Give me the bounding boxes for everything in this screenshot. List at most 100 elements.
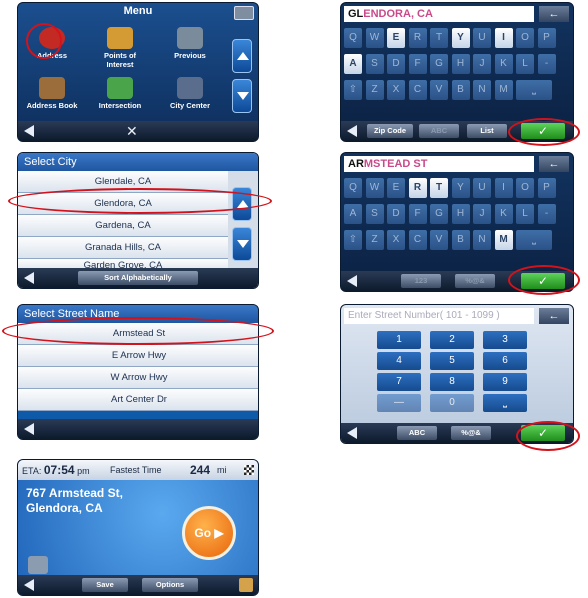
go-button[interactable]: Go ▶ xyxy=(182,506,236,560)
keyboard-key[interactable]: W xyxy=(365,28,384,48)
keyboard-key[interactable]: J xyxy=(473,204,491,224)
back-arrow-icon[interactable] xyxy=(347,275,357,287)
keyboard-key[interactable]: H xyxy=(451,54,470,74)
street-input-field[interactable]: ARMSTEAD ST xyxy=(344,156,534,172)
list-item[interactable]: E Arrow Hwy xyxy=(18,345,258,367)
map-thumbnail-icon[interactable] xyxy=(234,6,254,20)
keyboard-key[interactable]: Z xyxy=(365,230,384,250)
menu-item-previous[interactable]: Previous xyxy=(160,27,220,60)
list-button[interactable]: List xyxy=(467,124,507,138)
numpad-key[interactable]: — xyxy=(377,394,421,412)
sort-alphabetically-button[interactable]: Sort Alphabetically xyxy=(78,271,198,285)
keyboard-key[interactable]: F xyxy=(408,204,427,224)
list-item[interactable]: Granada Hills, CA xyxy=(18,237,228,259)
keyboard-key[interactable]: X xyxy=(387,230,405,250)
scroll-up-button[interactable] xyxy=(232,39,252,73)
back-arrow-icon[interactable] xyxy=(347,427,357,439)
list-item[interactable]: W Arrow Hwy xyxy=(18,367,258,389)
numpad-key[interactable]: 5 xyxy=(430,352,474,370)
keyboard-key[interactable]: Y xyxy=(451,28,470,48)
street-number-input[interactable]: Enter Street Number( 101 - 1099 ) xyxy=(344,308,534,324)
save-button[interactable]: Save xyxy=(82,578,128,592)
keyboard-key[interactable]: N xyxy=(473,80,491,100)
tools-settings-icon[interactable]: ✕ xyxy=(126,122,138,140)
keyboard-key[interactable]: N xyxy=(473,230,491,250)
menu-item-city-center[interactable]: City Center xyxy=(160,77,220,110)
menu-item-address[interactable]: Address xyxy=(22,27,82,60)
keyboard-key[interactable]: J xyxy=(473,54,491,74)
keyboard-key[interactable]: G xyxy=(430,204,448,224)
menu-item-intersection[interactable]: Intersection xyxy=(90,77,150,110)
keyboard-key[interactable]: M xyxy=(494,80,513,100)
keyboard-key[interactable]: C xyxy=(408,230,427,250)
menu-item-address-book[interactable]: Address Book xyxy=(22,77,82,110)
keyboard-key[interactable]: U xyxy=(473,28,491,48)
keyboard-key[interactable]: C xyxy=(408,80,427,100)
list-item[interactable]: Gardena, CA xyxy=(18,215,228,237)
keyboard-key[interactable]: P xyxy=(537,28,556,48)
numpad-key[interactable]: 9 xyxy=(483,373,527,391)
scroll-down-button[interactable] xyxy=(232,79,252,113)
keyboard-key[interactable]: S xyxy=(365,204,384,224)
keyboard-key[interactable]: D xyxy=(387,204,405,224)
back-arrow-icon[interactable] xyxy=(24,579,34,591)
keyboard-key[interactable]: X xyxy=(387,80,405,100)
confirm-check-button[interactable]: ✓ xyxy=(521,273,565,289)
keyboard-key[interactable]: O xyxy=(516,178,534,198)
keyboard-key[interactable]: T xyxy=(430,178,448,198)
backspace-button[interactable]: ← xyxy=(539,156,569,172)
keyboard-key[interactable]: ⎵ xyxy=(516,230,552,250)
numpad-key[interactable]: 3 xyxy=(483,331,527,349)
list-item[interactable]: Armstead St xyxy=(18,323,258,345)
keyboard-key[interactable]: E xyxy=(387,178,405,198)
add-to-address-book-icon[interactable] xyxy=(28,556,48,574)
keyboard-key[interactable]: ⎵ xyxy=(516,80,552,100)
numpad-key[interactable]: 8 xyxy=(430,373,474,391)
zip-code-button[interactable]: Zip Code xyxy=(367,124,413,138)
keyboard-key[interactable]: L xyxy=(516,54,534,74)
keyboard-key[interactable]: R xyxy=(408,28,427,48)
keyboard-key[interactable]: L xyxy=(516,204,534,224)
map-preview-icon[interactable] xyxy=(239,578,253,592)
numpad-key[interactable]: ⎵ xyxy=(483,394,527,412)
keyboard-key[interactable]: B xyxy=(451,80,470,100)
abc-button[interactable]: ABC xyxy=(419,124,459,138)
keyboard-key[interactable]: G xyxy=(430,54,448,74)
symbols-button[interactable]: %@& xyxy=(455,274,495,288)
keyboard-key[interactable]: V xyxy=(430,230,448,250)
numpad-key[interactable]: 6 xyxy=(483,352,527,370)
keyboard-key[interactable]: V xyxy=(430,80,448,100)
list-item[interactable]: Art Center Dr xyxy=(18,389,258,411)
keyboard-key[interactable]: Z xyxy=(365,80,384,100)
keyboard-key[interactable]: A xyxy=(344,54,362,74)
list-item[interactable]: Glendora, CA xyxy=(18,193,228,215)
keyboard-key[interactable]: U xyxy=(473,178,491,198)
keyboard-key[interactable]: B xyxy=(451,230,470,250)
keyboard-key[interactable]: I xyxy=(494,178,513,198)
keyboard-key[interactable]: ⇧ xyxy=(344,230,362,250)
keyboard-key[interactable]: Y xyxy=(451,178,470,198)
keyboard-key[interactable]: - xyxy=(537,204,556,224)
keyboard-key[interactable]: H xyxy=(451,204,470,224)
numpad-key[interactable]: 7 xyxy=(377,373,421,391)
back-arrow-icon[interactable] xyxy=(24,272,34,284)
options-button[interactable]: Options xyxy=(142,578,198,592)
menu-item-poi[interactable]: Points of Interest xyxy=(90,27,150,69)
numpad-key[interactable]: 1 xyxy=(377,331,421,349)
keyboard-key[interactable]: S xyxy=(365,54,384,74)
back-arrow-icon[interactable] xyxy=(24,125,34,137)
keyboard-key[interactable]: A xyxy=(344,204,362,224)
keyboard-key[interactable]: T xyxy=(430,28,448,48)
keyboard-key[interactable]: E xyxy=(387,28,405,48)
numpad-key[interactable]: 0 xyxy=(430,394,474,412)
keyboard-key[interactable]: Q xyxy=(344,28,362,48)
keyboard-key[interactable]: I xyxy=(494,28,513,48)
numpad-key[interactable]: 4 xyxy=(377,352,421,370)
back-arrow-icon[interactable] xyxy=(24,423,34,435)
scroll-down-button[interactable] xyxy=(232,227,252,261)
keyboard-key[interactable]: R xyxy=(408,178,427,198)
numpad-key[interactable]: 2 xyxy=(430,331,474,349)
keyboard-key[interactable]: W xyxy=(365,178,384,198)
keyboard-key[interactable]: K xyxy=(494,54,513,74)
backspace-button[interactable]: ← xyxy=(539,6,569,22)
